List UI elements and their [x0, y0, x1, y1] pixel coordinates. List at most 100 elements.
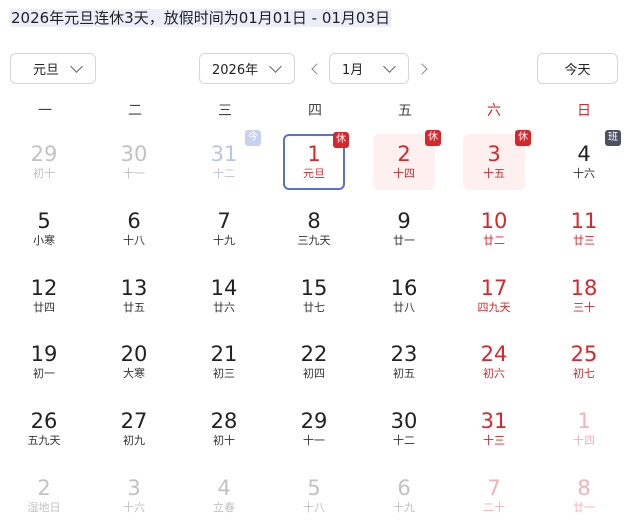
lunar-date: 廿八 [393, 301, 415, 314]
rest-day-badge: 休 [425, 130, 441, 146]
day-number: 17 [480, 276, 508, 300]
weekday-wed: 三 [218, 103, 232, 119]
calendar-day-cell[interactable]: 30 十一 [103, 134, 165, 190]
lunar-date: 十四 [393, 167, 415, 180]
lunar-date: 初六 [483, 367, 505, 380]
holiday-headline: 2026年元旦连休3天，放假时间为01月01日 - 01月03日 [10, 7, 392, 29]
weekday-header: 一 二 三 四 五 六 日 [0, 100, 629, 122]
day-number: 6 [127, 209, 141, 233]
lunar-date: 三九天 [297, 234, 331, 247]
calendar-day-cell[interactable]: 14 廿六 [193, 268, 255, 324]
lunar-date: 元旦 [303, 167, 325, 180]
lunar-date: 十九 [393, 501, 415, 514]
lunar-date: 立春 [213, 501, 235, 514]
calendar-day-cell[interactable]: 7 二十 [463, 468, 525, 524]
calendar-day-cell[interactable]: 31 十二今 [193, 130, 261, 190]
lunar-date: 初十 [33, 167, 55, 180]
day-number: 25 [570, 342, 598, 366]
lunar-date: 三十 [573, 301, 595, 314]
day-number: 2 [37, 476, 51, 500]
calendar-day-cell[interactable]: 23 初五 [373, 334, 435, 390]
calendar-day-cell[interactable]: 11 廿三 [553, 201, 615, 257]
calendar-day-cell[interactable]: 8 廿一 [553, 468, 615, 524]
day-number: 31 [480, 409, 508, 433]
calendar-day-cell[interactable]: 7 十九 [193, 201, 255, 257]
calendar-day-cell[interactable]: 4 立春 [193, 468, 255, 524]
day-number: 27 [120, 409, 148, 433]
year-select[interactable]: 2026年 [199, 53, 295, 84]
day-number: 7 [487, 476, 501, 500]
calendar-day-cell[interactable]: 3 十六 [103, 468, 165, 524]
lunar-date: 十一 [303, 434, 325, 447]
day-number: 24 [480, 342, 508, 366]
calendar-day-cell[interactable]: 9 廿一 [373, 201, 435, 257]
calendar-day-cell[interactable]: 15 廿七 [283, 268, 345, 324]
lunar-date: 十八 [123, 234, 145, 247]
chevron-down-icon [70, 59, 83, 73]
day-number: 9 [397, 209, 411, 233]
day-number: 15 [300, 276, 328, 300]
calendar-day-cell[interactable]: 5 十八 [283, 468, 345, 524]
calendar-day-cell[interactable]: 30 十二 [373, 401, 435, 457]
lunar-date: 十三 [483, 434, 505, 447]
calendar-day-cell[interactable]: 26 五九天 [13, 401, 75, 457]
chevron-down-icon [269, 59, 282, 73]
calendar-day-cell[interactable]: 5 小寒 [13, 201, 75, 257]
calendar-day-cell[interactable]: 18 三十 [553, 268, 615, 324]
calendar-grid: 29 初十 30 十一 31 十二今 1 元旦休 2 十四休 3 十五休 4 十六班 5 小寒 6 十八 7 十九 8 三… [0, 130, 629, 525]
calendar-day-cell[interactable]: 22 初四 [283, 334, 345, 390]
calendar-day-cell[interactable]: 24 初六 [463, 334, 525, 390]
year-value: 2026年 [212, 63, 259, 78]
lunar-date: 大寒 [123, 367, 145, 380]
calendar-day-cell[interactable]: 29 初十 [13, 134, 75, 190]
calendar-day-cell[interactable]: 25 初七 [553, 334, 615, 390]
calendar-day-cell[interactable]: 8 三九天 [283, 201, 345, 257]
today-button[interactable]: 今天 [537, 53, 618, 84]
lunar-date: 廿五 [123, 301, 145, 314]
calendar-day-cell[interactable]: 1 十四 [553, 401, 615, 457]
calendar-day-cell[interactable]: 19 初一 [13, 334, 75, 390]
lunar-date: 十五 [483, 167, 505, 180]
calendar-day-cell[interactable]: 12 廿四 [13, 268, 75, 324]
day-number: 20 [120, 342, 148, 366]
day-number: 30 [120, 142, 148, 166]
calendar-day-cell[interactable]: 13 廿五 [103, 268, 165, 324]
lunar-date: 初七 [573, 367, 595, 380]
calendar-day-cell[interactable]: 2 十四休 [373, 130, 441, 190]
calendar-day-cell[interactable]: 3 十五休 [463, 130, 531, 190]
calendar-day-cell[interactable]: 29 十一 [283, 401, 345, 457]
calendar-day-cell[interactable]: 4 十六班 [553, 130, 621, 190]
prev-month-chevron-left-icon[interactable] [307, 60, 323, 78]
holiday-type-select[interactable]: 元旦 [10, 53, 96, 84]
month-select[interactable]: 1月 [329, 53, 409, 84]
next-month-chevron-right-icon[interactable] [416, 60, 432, 78]
calendar-day-cell[interactable]: 28 初十 [193, 401, 255, 457]
calendar-day-cell[interactable]: 2 湿地日 [13, 468, 75, 524]
lunar-date: 十四 [573, 434, 595, 447]
calendar-day-cell[interactable]: 6 十九 [373, 468, 435, 524]
calendar-day-cell[interactable]: 27 初九 [103, 401, 165, 457]
calendar-day-cell[interactable]: 31 十三 [463, 401, 525, 457]
lunar-date: 初五 [393, 367, 415, 380]
lunar-date: 十六 [573, 167, 595, 180]
weekday-mon: 一 [38, 103, 52, 119]
lunar-date: 初一 [33, 367, 55, 380]
day-number: 26 [30, 409, 58, 433]
work-day-badge: 班 [605, 130, 621, 146]
calendar-day-cell[interactable]: 16 廿八 [373, 268, 435, 324]
day-number: 5 [307, 476, 321, 500]
lunar-date: 小寒 [33, 234, 55, 247]
calendar-day-cell[interactable]: 20 大寒 [103, 334, 165, 390]
calendar-day-cell[interactable]: 21 初三 [193, 334, 255, 390]
day-number: 30 [390, 409, 418, 433]
lunar-date: 廿一 [573, 501, 595, 514]
calendar-day-cell[interactable]: 1 元旦休 [283, 132, 349, 190]
day-number: 4 [217, 476, 231, 500]
lunar-date: 二十 [483, 501, 505, 514]
weekday-sat: 六 [487, 103, 501, 119]
day-number: 10 [480, 209, 508, 233]
calendar-day-cell[interactable]: 10 廿二 [463, 201, 525, 257]
day-number: 29 [30, 142, 58, 166]
calendar-day-cell[interactable]: 6 十八 [103, 201, 165, 257]
calendar-day-cell[interactable]: 17 四九天 [463, 268, 525, 324]
